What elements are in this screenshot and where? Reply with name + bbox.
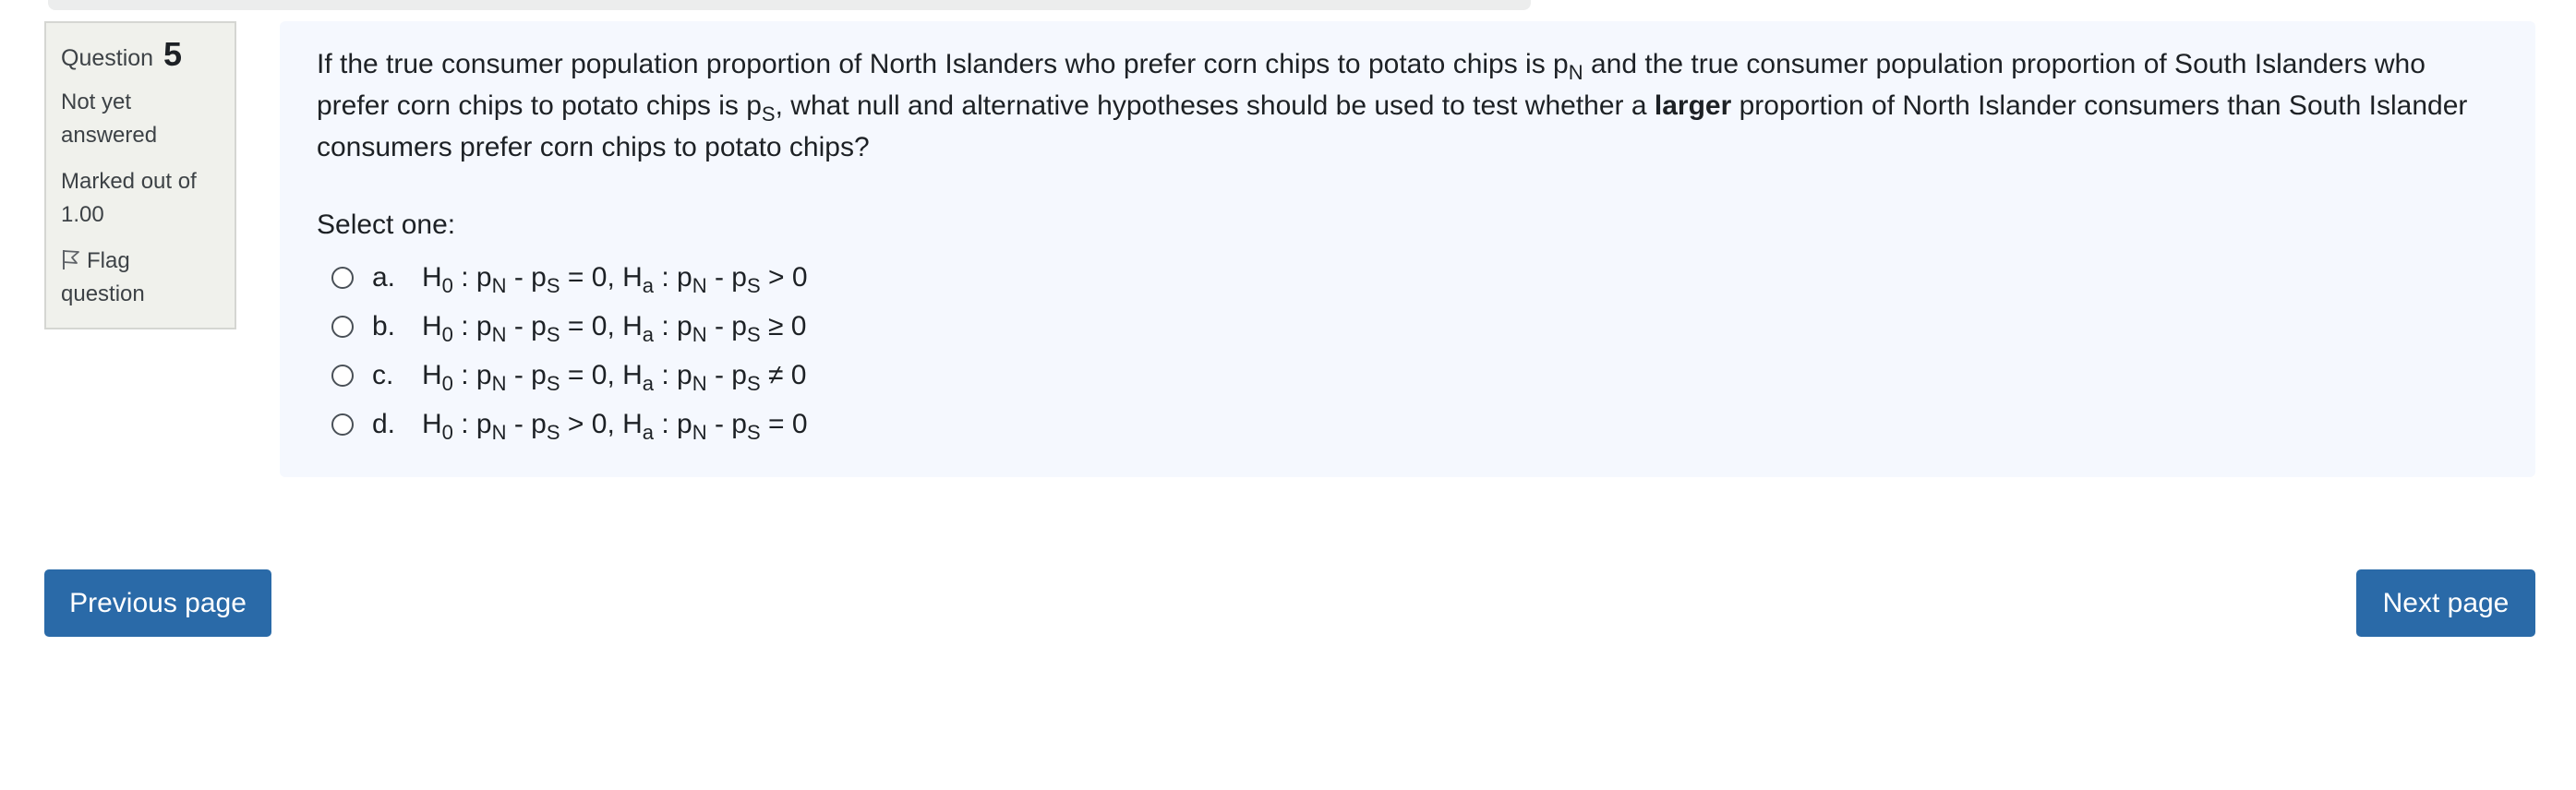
top-scroll-strip xyxy=(48,0,1531,10)
answer-text: H0 : pN - pS = 0, Ha : pN - pS ≥ 0 xyxy=(422,310,807,346)
question-mark: Marked out of 1.00 xyxy=(61,169,197,227)
answer-radio-c[interactable] xyxy=(331,364,354,387)
question-emphasis: larger xyxy=(1654,90,1732,121)
answer-list: a. H0 : pN - pS = 0, Ha : pN - pS > 0 b.… xyxy=(331,253,2498,449)
question-number: Question 5 xyxy=(61,36,220,77)
question-number-value: 5 xyxy=(163,35,183,73)
question-text: If the true consumer population proporti… xyxy=(317,49,2468,162)
answer-letter: b. xyxy=(372,310,396,341)
answer-letter: a. xyxy=(372,261,396,293)
answer-text: H0 : pN - pS > 0, Ha : pN - pS = 0 xyxy=(422,408,808,444)
answer-text: H0 : pN - pS = 0, Ha : pN - pS > 0 xyxy=(422,261,808,297)
answer-radio-a[interactable] xyxy=(331,266,354,289)
answer-radio-d[interactable] xyxy=(331,413,354,436)
answer-option-d[interactable]: d. H0 : pN - pS > 0, Ha : pN - pS = 0 xyxy=(331,400,2498,449)
flag-question-link[interactable]: Flag question xyxy=(61,245,220,311)
next-page-button[interactable]: Next page xyxy=(2356,569,2535,637)
answer-letter: d. xyxy=(372,408,396,439)
select-one-prompt: Select one: xyxy=(317,209,456,240)
answer-option-c[interactable]: c. H0 : pN - pS = 0, Ha : pN - pS ≠ 0 xyxy=(331,351,2498,400)
answer-radio-b[interactable] xyxy=(331,315,354,338)
answer-text: H0 : pN - pS = 0, Ha : pN - pS ≠ 0 xyxy=(422,359,807,395)
question-label: Question xyxy=(61,45,154,71)
answer-option-b[interactable]: b. H0 : pN - pS = 0, Ha : pN - pS ≥ 0 xyxy=(331,302,2498,351)
flag-icon xyxy=(61,247,81,269)
question-content: If the true consumer population proporti… xyxy=(280,21,2535,477)
previous-page-button[interactable]: Previous page xyxy=(44,569,271,637)
answer-letter: c. xyxy=(372,359,394,390)
answer-option-a[interactable]: a. H0 : pN - pS = 0, Ha : pN - pS > 0 xyxy=(331,253,2498,302)
question-state: Not yet answered xyxy=(61,90,158,148)
question-info-panel: Question 5 Not yet answered Marked out o… xyxy=(44,21,236,329)
